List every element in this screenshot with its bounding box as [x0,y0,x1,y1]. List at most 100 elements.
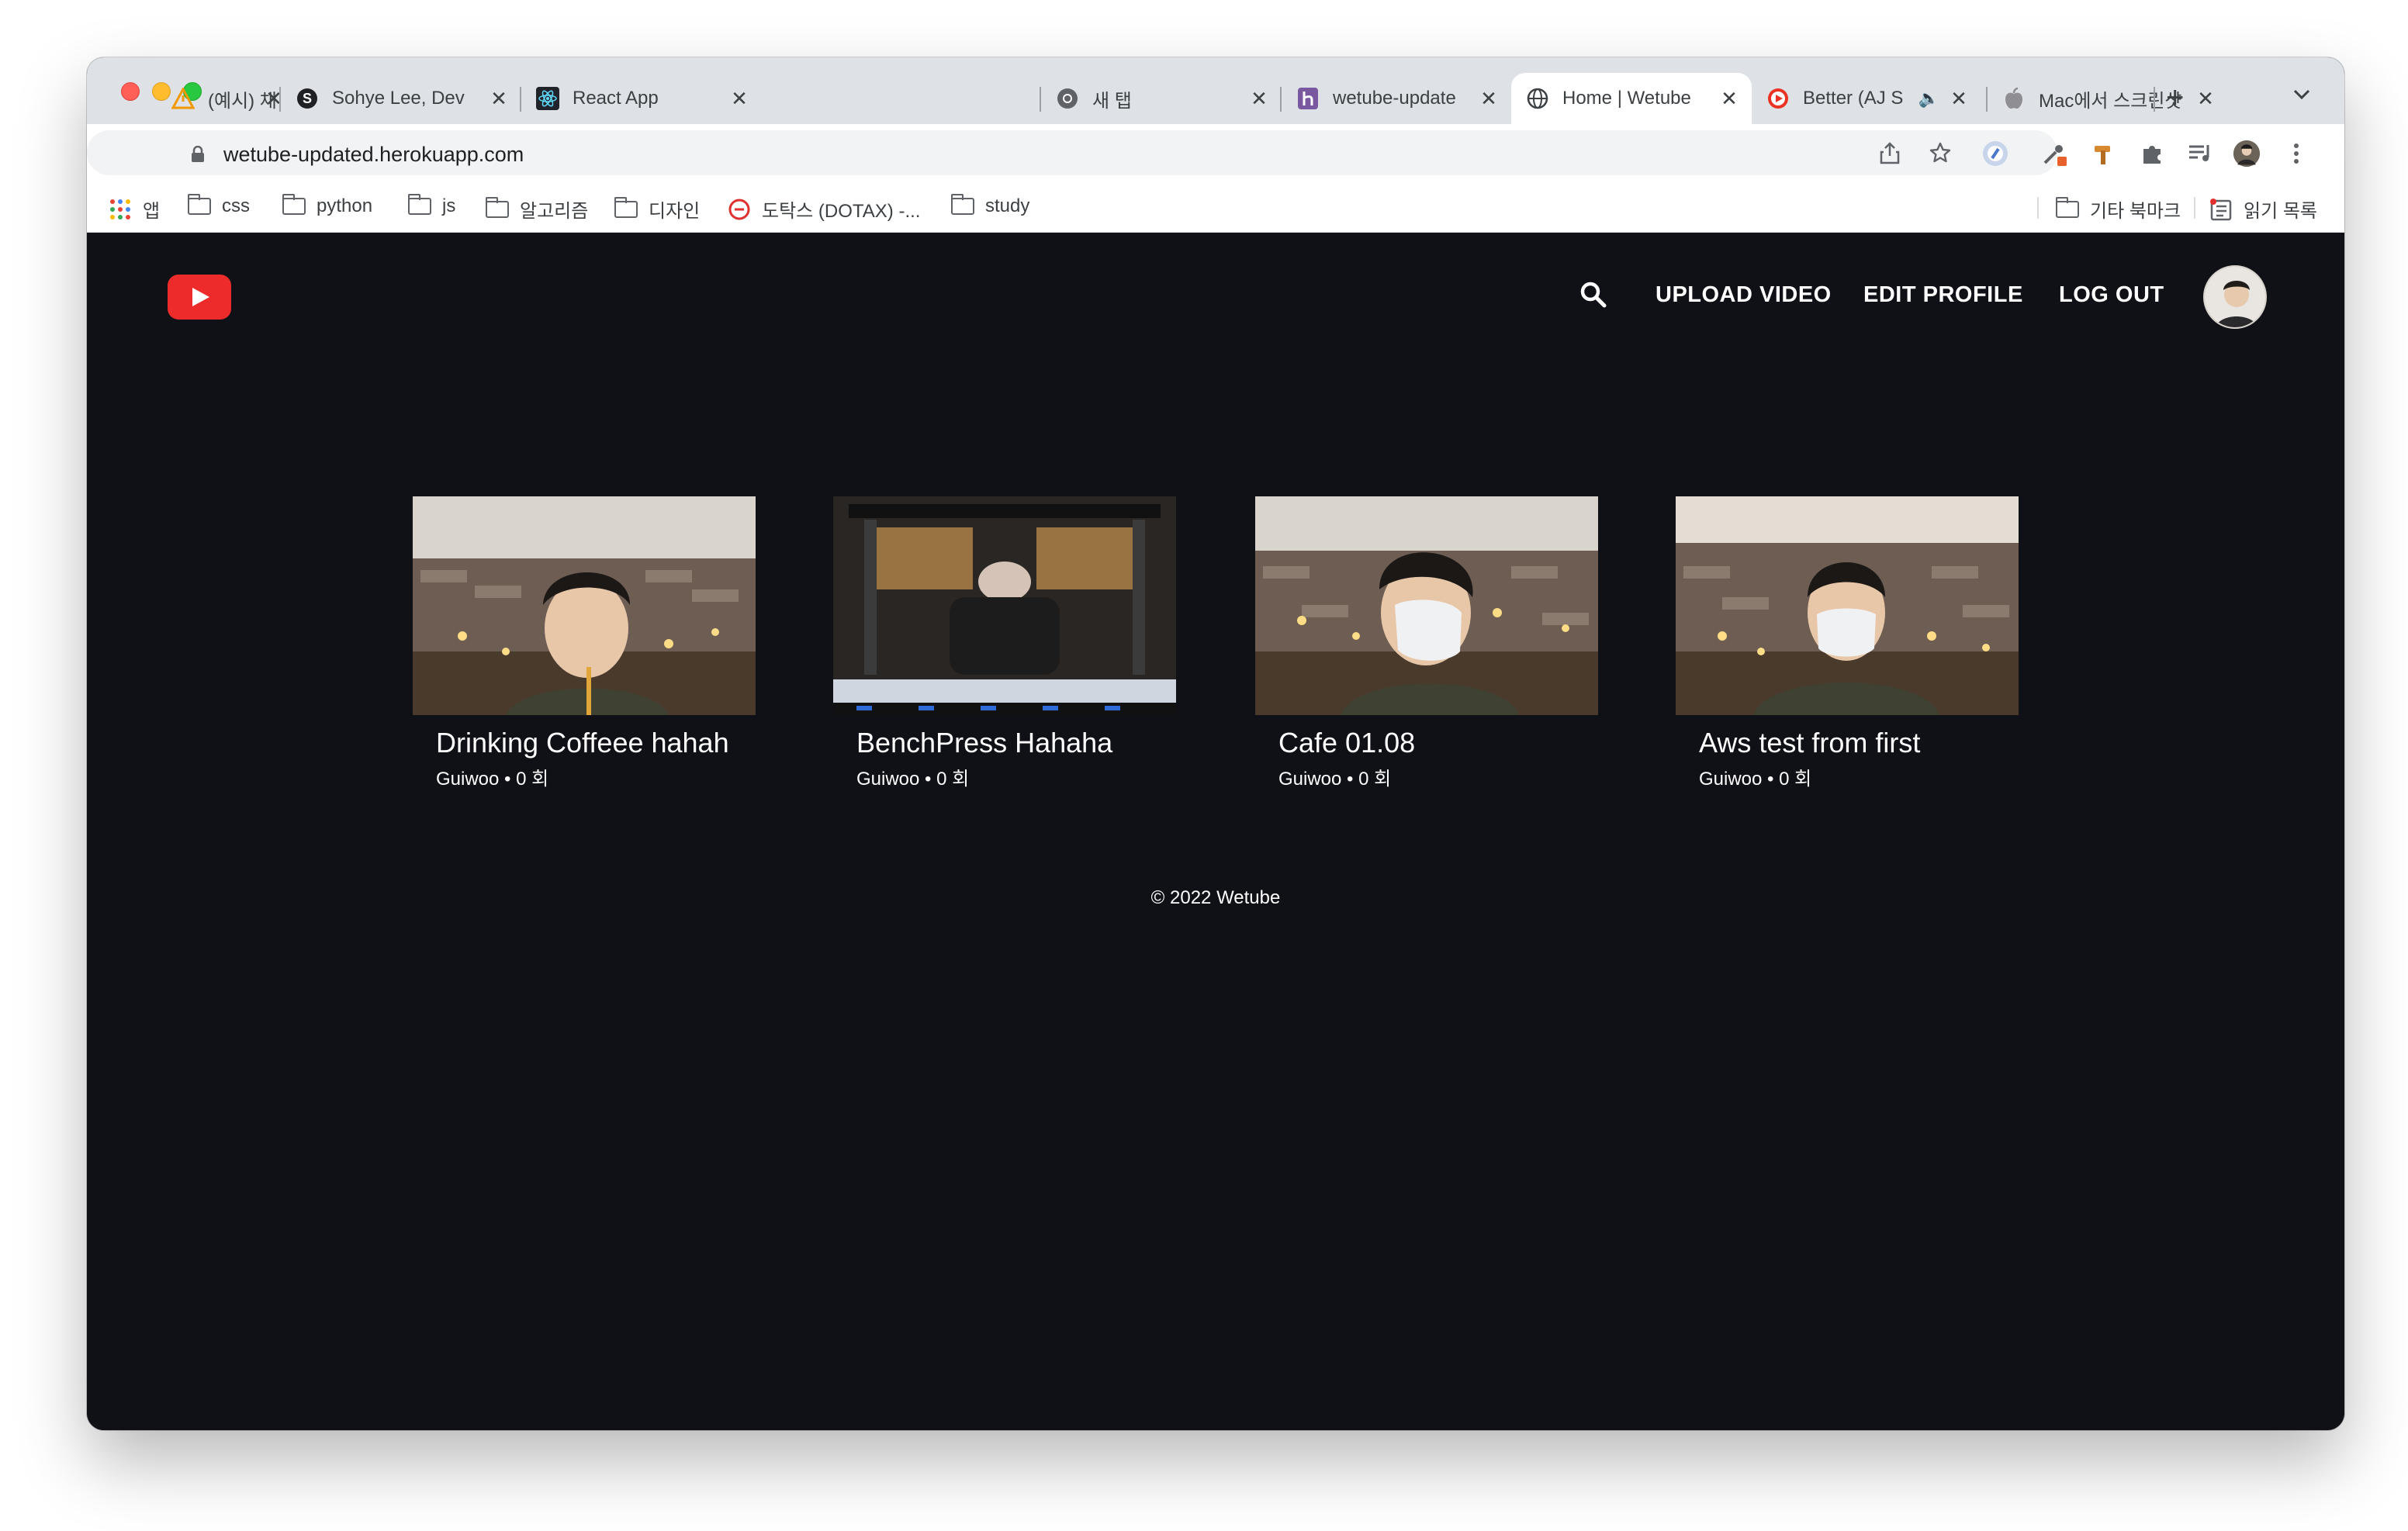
bookmark-js[interactable]: js [408,194,456,217]
eyedropper-icon[interactable] [2040,140,2068,168]
tab-mac-screenshot[interactable]: Mac에서 스크린샷 ✕ [1988,73,2228,124]
bookmark-label: 디자인 [649,201,701,222]
media-playlist-icon[interactable] [2186,140,2214,168]
edit-profile-link[interactable]: EDIT PROFILE [1863,282,2023,308]
page-content: UPLOAD VIDEO EDIT PROFILE LOG OUT Drinki… [87,233,2344,1430]
s-logo-icon: S [295,86,320,111]
close-icon[interactable]: ✕ [1718,87,1741,111]
apps-grid-icon [110,199,130,219]
close-icon[interactable]: ✕ [1247,87,1271,111]
reading-list-icon [2209,198,2233,221]
video-thumbnail[interactable] [413,496,756,715]
close-icon[interactable]: ✕ [728,87,751,111]
folder-icon [282,194,306,215]
react-logo-icon [535,86,560,111]
more-menu-icon[interactable] [2282,140,2310,168]
folder-icon [614,196,638,218]
video-card[interactable]: Cafe 01.08 Guiwoo • 0 회 [1255,496,1598,790]
close-window-button[interactable] [121,82,140,101]
reading-list-label: 읽기 목록 [2244,201,2317,222]
close-icon[interactable]: ✕ [487,87,510,111]
bookmark-label: js [442,195,456,216]
address-bar[interactable]: wetube-updated.herokuapp.com [87,130,2057,175]
avatar[interactable] [2203,265,2267,329]
bookmark-label: css [222,195,250,216]
tab-title: React App [573,88,659,109]
speaker-icon[interactable]: 🔈 [1918,88,1939,109]
bookmark-study[interactable]: study [951,194,1030,217]
tab-strip: (예시) 채용 리스트 ✕ S Sohye Lee, Dev ✕ React A… [87,57,2344,126]
video-meta: Guiwoo • 0 회 [1278,769,1392,790]
page-footer: © 2022 Wetube [1150,887,1281,908]
tab-new-tab[interactable]: 새 탭 ✕ [1041,73,1282,124]
bookmark-dotax[interactable]: 도탁스 (DOTAX) -... [728,195,920,223]
bookmark-label: 앱 [143,201,161,222]
upload-video-link[interactable]: UPLOAD VIDEO [1656,282,1832,308]
video-thumbnail[interactable] [1676,496,2019,715]
video-card[interactable]: Drinking Coffeee hahah Guiwoo • 0 회 [413,496,756,790]
chrome-icon [1055,86,1080,111]
tab-title: Home | Wetube [1562,88,1691,109]
folder-icon [188,194,211,215]
star-icon[interactable] [1929,141,1952,171]
logout-link[interactable]: LOG OUT [2059,282,2164,308]
video-meta: Guiwoo • 0 회 [436,769,549,790]
bookmark-algorithm[interactable]: 알고리즘 [486,195,588,223]
profile-avatar[interactable] [2233,140,2261,168]
tab-react-app[interactable]: React App ✕ [521,73,762,124]
video-card[interactable]: BenchPress Hahaha Guiwoo • 0 회 [833,496,1176,790]
chevron-down-icon[interactable] [2292,84,2312,108]
wetube-logo[interactable] [168,275,231,320]
close-icon[interactable]: ✕ [1477,87,1500,111]
bookmark-python[interactable]: python [282,194,373,217]
video-meta: Guiwoo • 0 회 [1699,769,1812,790]
tab-sohye-lee[interactable]: S Sohye Lee, Dev ✕ [281,73,521,124]
share-icon[interactable] [1879,141,1901,171]
browser-extension-icon[interactable] [1981,140,2009,168]
video-thumbnail[interactable] [833,496,1176,715]
browser-window: (예시) 채용 리스트 ✕ S Sohye Lee, Dev ✕ React A… [87,57,2344,1430]
video-card[interactable]: Aws test from first Guiwoo • 0 회 [1676,496,2019,790]
bookmark-css[interactable]: css [188,194,250,217]
folder-icon [486,196,509,218]
url-text[interactable]: wetube-updated.herokuapp.com [223,143,524,167]
new-tab-button[interactable]: + [2166,81,2184,116]
extensions-puzzle-icon[interactable] [2138,140,2166,168]
folder-icon [408,194,431,215]
bookmark-label: 도탁스 (DOTAX) -... [762,201,921,222]
bookmark-other-bookmarks[interactable]: 기타 북마크 [2056,195,2181,223]
record-icon [1766,86,1790,111]
video-meta: Guiwoo • 0 회 [856,769,970,790]
bookmark-apps[interactable]: 앱 [110,195,160,223]
bookmark-label: study [985,195,1030,216]
close-icon[interactable]: ✕ [2194,87,2217,111]
bookmark-label: 기타 북마크 [2090,201,2181,222]
close-icon[interactable]: ✕ [1947,87,1970,111]
tab-home-wetube[interactable]: Home | Wetube ✕ [1511,73,1752,124]
lock-icon[interactable] [191,145,205,168]
svg-text:S: S [303,91,312,106]
tab-better[interactable]: Better (AJ S 🔈 ✕ [1752,73,1981,124]
tab-title: Better (AJ S [1803,88,1904,109]
tab-job-list[interactable]: (예시) 채용 리스트 [157,73,276,124]
hammer-extension-icon[interactable] [2090,140,2118,168]
video-title[interactable]: Cafe 01.08 [1278,729,1575,757]
bookmarks-bar: 앱 css python js 알고리즘 디자인 도탁스 (DOTAX) -..… [87,181,2344,233]
apple-icon [2001,86,2026,111]
bookmark-label: 알고리즘 [520,201,589,222]
dotax-logo-icon [728,198,751,221]
video-title[interactable]: Aws test from first [1699,729,1995,757]
video-title[interactable]: BenchPress Hahaha [856,729,1153,757]
folder-icon [2056,196,2079,218]
bookmark-label: python [317,195,373,216]
search-icon[interactable] [1579,281,1607,309]
browser-toolbar: wetube-updated.herokuapp.com [87,124,2344,183]
video-thumbnail[interactable] [1255,496,1598,715]
video-title[interactable]: Drinking Coffeee hahah [436,729,732,757]
heroku-icon [1296,86,1320,111]
warning-triangle-icon [171,86,195,111]
tab-wetube-heroku[interactable]: wetube-update ✕ [1282,73,1511,124]
bookmark-design[interactable]: 디자인 [614,195,700,223]
reading-list-button[interactable]: 읽기 목록 [2209,195,2317,223]
globe-icon [1525,86,1550,111]
